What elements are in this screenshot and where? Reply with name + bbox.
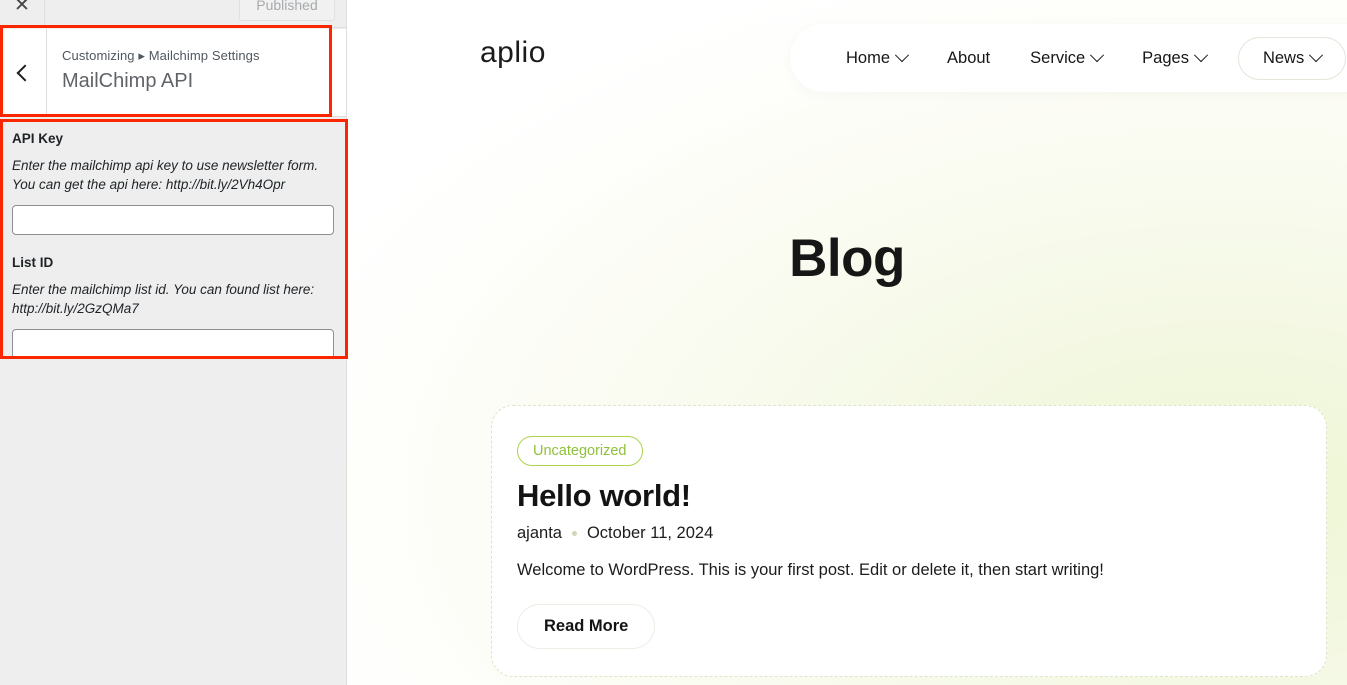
nav-item-about[interactable]: About <box>927 39 1010 78</box>
post-card: Uncategorized Hello world! ajanta Octobe… <box>491 405 1327 677</box>
customizer-sidebar: ✕ Published Customizing ▸ Mailchimp Sett… <box>0 0 347 685</box>
breadcrumb: Customizing ▸ Mailchimp Settings <box>62 48 260 64</box>
nav-item-label: Service <box>1030 48 1086 67</box>
list-id-input[interactable] <box>12 329 334 359</box>
page-title: Blog <box>789 229 905 288</box>
chevron-down-icon <box>894 48 910 63</box>
breadcrumb-parent[interactable]: Customizing <box>62 48 135 63</box>
nav-item-label: Pages <box>1142 48 1189 67</box>
nav-item-label: Home <box>846 48 891 67</box>
nav-item-news[interactable]: News <box>1237 36 1347 80</box>
panel-header: Customizing ▸ Mailchimp Settings MailChi… <box>0 29 346 117</box>
read-more-button[interactable]: Read More <box>517 604 656 649</box>
control-label: List ID <box>12 255 54 270</box>
chevron-down-icon <box>1090 48 1105 63</box>
customizer-topbar: ✕ Published <box>0 0 346 28</box>
post-author[interactable]: ajanta <box>517 524 562 543</box>
panel-controls: API Key Enter the mailchimp api key to u… <box>0 117 346 377</box>
nav-item-label: News <box>1262 48 1305 67</box>
nav-item-service[interactable]: Service <box>1010 39 1122 78</box>
post-excerpt: Welcome to WordPress. This is your first… <box>517 561 1104 579</box>
publish-button[interactable]: Published <box>239 0 335 21</box>
api-key-input[interactable] <box>12 205 334 235</box>
panel-header-text: Customizing ▸ Mailchimp Settings MailChi… <box>47 29 260 116</box>
nav-item-home[interactable]: Home <box>826 39 927 78</box>
control-label: API Key <box>12 131 64 146</box>
nav-item-pages[interactable]: Pages <box>1122 39 1226 78</box>
breadcrumb-current: Mailchimp Settings <box>148 48 260 63</box>
site-header: aplio Home About Service Pages News <box>347 0 1347 108</box>
chevron-down-icon <box>1309 48 1324 63</box>
meta-separator-dot <box>571 531 577 536</box>
chevron-left-icon <box>16 64 33 81</box>
post-title[interactable]: Hello world! <box>517 478 691 514</box>
customizer-screen: aplio Home About Service Pages News Blog… <box>0 0 1347 685</box>
control-list-id: List ID Enter the mailchimp list id. You… <box>12 255 335 359</box>
panel-title: MailChimp API <box>62 70 194 92</box>
post-category-badge[interactable]: Uncategorized <box>517 436 643 466</box>
post-date: October 11, 2024 <box>586 524 714 542</box>
control-api-key: API Key Enter the mailchimp api key to u… <box>12 131 335 255</box>
control-description: Enter the mailchimp list id. You can fou… <box>12 282 315 316</box>
site-logo[interactable]: aplio <box>480 36 546 70</box>
breadcrumb-separator-icon: ▸ <box>138 48 145 63</box>
primary-navigation: Home About Service Pages News <box>790 24 1347 92</box>
nav-item-label: About <box>947 48 991 67</box>
control-description: Enter the mailchimp api key to use newsl… <box>12 158 319 192</box>
close-icon[interactable]: ✕ <box>0 0 45 28</box>
post-meta: ajanta October 11, 2024 <box>517 524 713 543</box>
chevron-down-icon <box>1193 48 1209 63</box>
site-preview-pane: aplio Home About Service Pages News Blog… <box>347 0 1347 685</box>
back-button[interactable] <box>0 29 47 116</box>
